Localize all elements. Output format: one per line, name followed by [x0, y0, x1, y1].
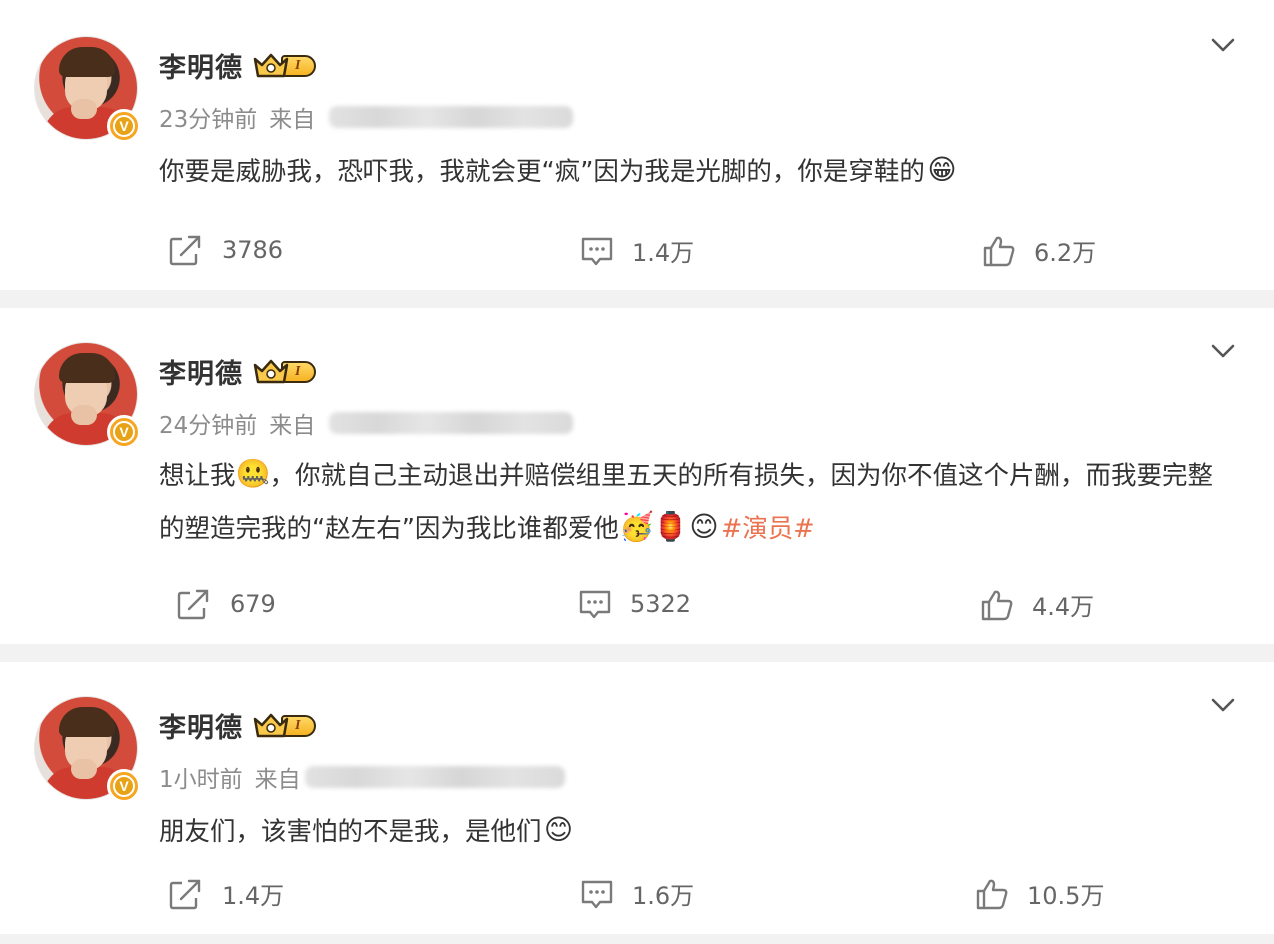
source-label: 来自 — [254, 767, 301, 793]
lantern-emoji: 🏮 — [652, 510, 688, 543]
like-count: 4.4万 — [1032, 593, 1095, 621]
vip-crown-icon — [253, 53, 289, 77]
comment-icon — [581, 237, 613, 265]
post-text: 你要是威胁我，恐吓我，我就会更“疯”因为我是光脚的，你是穿鞋的 — [159, 157, 925, 187]
post-time: 24分钟前 — [159, 413, 258, 439]
blurred-source-device — [329, 106, 574, 128]
post-content: 想让我🤐，你就自己主动退出并赔偿组里五天的所有损失，因为你不值这个片酬，而我要完… — [159, 450, 1229, 556]
like-icon — [983, 236, 1015, 266]
comment-button[interactable]: 1.4万 — [580, 233, 694, 268]
like-icon — [981, 590, 1013, 620]
avatar[interactable]: V — [34, 342, 141, 449]
chevron-down-icon[interactable] — [1210, 692, 1236, 718]
repost-count: 3786 — [222, 236, 284, 264]
party-emoji: 🥳 — [618, 510, 654, 543]
blurred-source-device — [304, 766, 565, 788]
repost-button[interactable]: 679 — [176, 587, 276, 621]
chevron-down-icon[interactable] — [1210, 32, 1236, 58]
verified-v-icon: V — [107, 109, 141, 143]
comment-count: 5322 — [630, 590, 692, 618]
post-card-1: V 李明德 I 23分钟前 来自 你要是威胁我，恐吓我，我就会更“疯”因为我是光… — [0, 0, 1274, 290]
vip-badge[interactable]: I — [253, 53, 317, 79]
avatar[interactable]: V — [34, 36, 141, 143]
hashtag-link[interactable]: #演员# — [721, 514, 815, 544]
username[interactable]: 李明德 — [159, 352, 243, 391]
username[interactable]: 李明德 — [159, 706, 243, 745]
repost-button[interactable]: 1.4万 — [168, 876, 284, 911]
blush-emoji: 😊 — [689, 510, 719, 543]
repost-count: 1.4万 — [222, 882, 285, 910]
grin-emoji: 😁 — [927, 153, 957, 186]
post-content: 你要是威胁我，恐吓我，我就会更“疯”因为我是光脚的，你是穿鞋的😁 — [159, 146, 1229, 199]
post-time: 1小时前 — [159, 767, 243, 793]
comment-button[interactable]: 1.6万 — [580, 876, 694, 911]
like-icon — [976, 879, 1008, 909]
repost-count: 679 — [230, 590, 276, 618]
vip-badge[interactable]: I — [253, 359, 317, 385]
vip-crown-icon — [253, 359, 289, 383]
vip-badge[interactable]: I — [253, 713, 317, 739]
username[interactable]: 李明德 — [159, 46, 243, 85]
smile-emoji: 😊 — [543, 813, 574, 846]
post-card-3: V 李明德 I 1小时前 来自 朋友们，该害怕的不是我，是他们😊 1.4万 1.… — [0, 662, 1274, 934]
source-label: 来自 — [269, 413, 316, 439]
like-count: 6.2万 — [1034, 239, 1097, 267]
like-button[interactable]: 10.5万 — [975, 876, 1104, 911]
avatar[interactable]: V — [34, 696, 141, 803]
zipper-mouth-emoji: 🤐 — [235, 457, 271, 490]
repost-button[interactable]: 3786 — [168, 233, 283, 267]
source-label: 来自 — [269, 107, 316, 133]
comment-count: 1.4万 — [632, 239, 695, 267]
like-count: 10.5万 — [1027, 882, 1105, 910]
post-time: 23分钟前 — [159, 107, 258, 133]
like-button[interactable]: 6.2万 — [982, 233, 1096, 268]
chevron-down-icon[interactable] — [1210, 338, 1236, 364]
vip-crown-icon — [253, 713, 289, 737]
blurred-source-device — [329, 412, 574, 434]
repost-icon — [169, 879, 201, 909]
comment-icon — [581, 880, 613, 908]
post-card-2: V 李明德 I 24分钟前 来自 想让我🤐，你就自己主动退出并赔偿组里五天的所有… — [0, 308, 1274, 644]
verified-v-icon: V — [107, 769, 141, 803]
repost-icon — [177, 589, 209, 620]
post-text-part1: 想让我 — [159, 461, 236, 491]
comment-count: 1.6万 — [632, 882, 695, 910]
post-text: 朋友们，该害怕的不是我，是他们 — [159, 817, 542, 847]
verified-v-icon: V — [107, 415, 141, 449]
comment-icon — [579, 590, 611, 619]
repost-icon — [169, 235, 201, 266]
like-button[interactable]: 4.4万 — [980, 587, 1094, 622]
comment-button[interactable]: 5322 — [578, 587, 691, 621]
post-content: 朋友们，该害怕的不是我，是他们😊 — [159, 806, 1229, 859]
